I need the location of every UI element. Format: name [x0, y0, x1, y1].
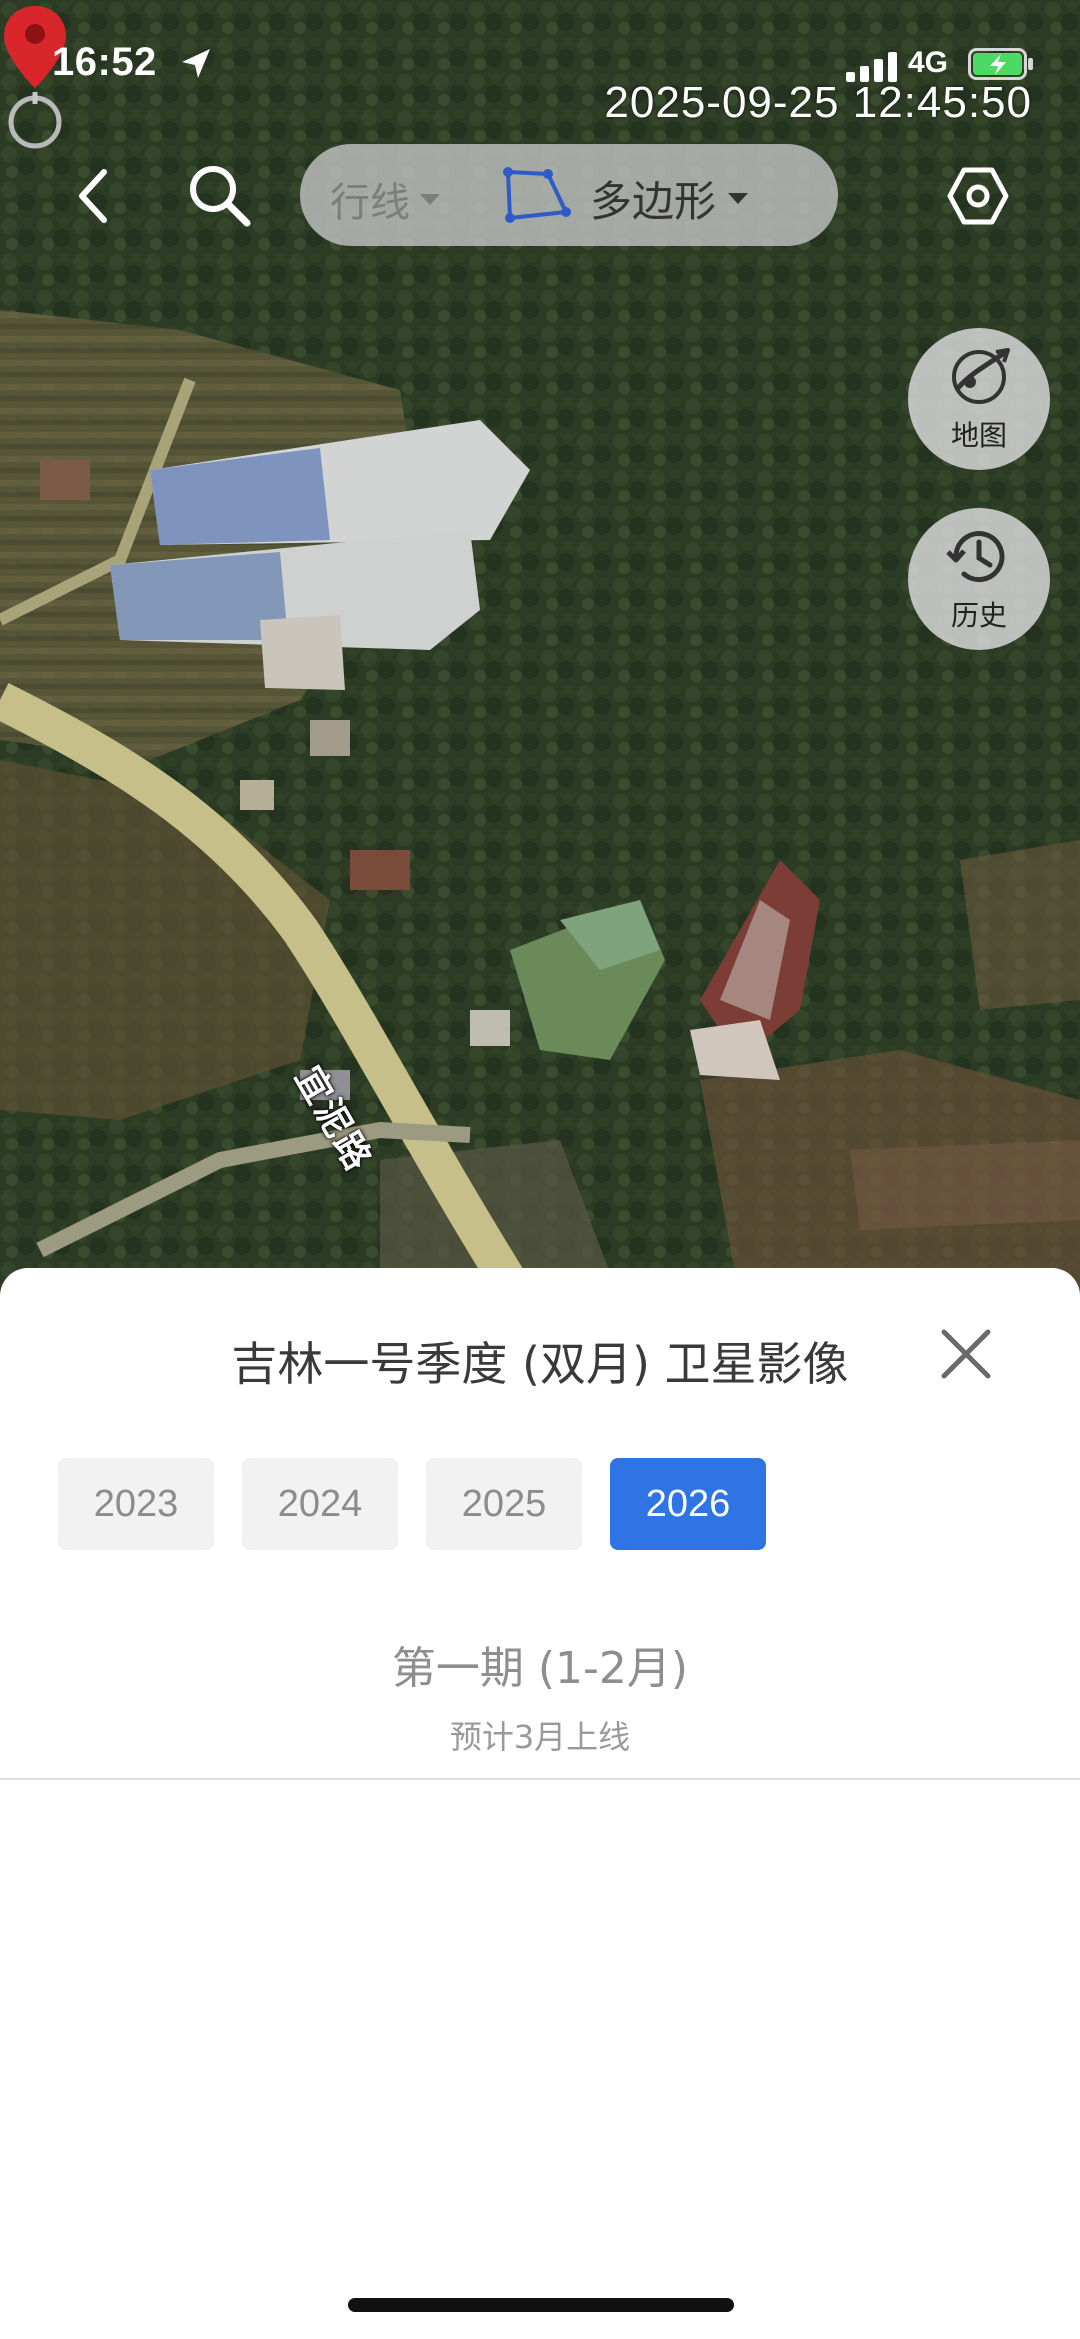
caret-down-icon — [728, 193, 749, 204]
draw-mode-line-label: 行线 — [330, 180, 410, 226]
draw-mode-polygon-label: 多边形 — [590, 177, 717, 226]
close-icon[interactable] — [936, 1324, 996, 1384]
home-indicator[interactable] — [348, 2298, 734, 2312]
draw-mode-line[interactable]: 行线 — [330, 170, 440, 228]
polygon-icon — [503, 167, 571, 223]
search-icon — [190, 166, 251, 227]
status-time: 16:52 — [52, 40, 157, 84]
history-label: 历史 — [950, 599, 1007, 632]
chevron-left-icon — [79, 169, 107, 223]
period-title: 第一期 (1-2月) — [391, 1643, 689, 1694]
draw-mode-selector[interactable]: 行线 多边形 — [300, 144, 838, 246]
imagery-bottom-sheet: 吉林一号季度 (双月) 卫星影像 2023 2024 2025 2026 第一期… — [0, 1268, 1080, 2339]
map-layer-label: 地图 — [950, 419, 1007, 452]
map-layer-button[interactable]: 地图 — [908, 328, 1050, 470]
screen: 宜泥路 16:52 4G 2025-09-25 12:45:50 行线 多边形 … — [0, 0, 1080, 2339]
year-tab-2023[interactable]: 2023 — [58, 1458, 214, 1550]
history-button[interactable]: 历史 — [908, 508, 1050, 650]
settings-button[interactable] — [940, 160, 1016, 232]
year-tab-2026[interactable]: 2026 — [610, 1458, 766, 1550]
divider — [0, 1778, 1080, 1780]
status-bar: 16:52 4G 2025-09-25 12:45:50 — [0, 0, 1080, 130]
year-tab-2024[interactable]: 2024 — [242, 1458, 398, 1550]
battery-charging-icon — [968, 48, 1033, 80]
history-clock-icon — [946, 531, 1005, 583]
draw-mode-polygon[interactable]: 多边形 — [590, 168, 749, 229]
map-layers-icon — [952, 348, 1010, 404]
hexagon-settings-icon — [947, 167, 1009, 225]
capture-timestamp: 2025-09-25 12:45:50 — [604, 78, 1032, 127]
year-tab-2025[interactable]: 2025 — [426, 1458, 582, 1550]
year-tabs: 2023 2024 2025 2026 — [58, 1458, 766, 1550]
period-subtitle: 预计3月上线 — [449, 1718, 631, 1756]
search-button[interactable] — [180, 160, 260, 232]
location-arrow-icon — [182, 49, 210, 78]
network-type: 4G — [908, 46, 949, 79]
caret-down-icon — [420, 193, 440, 205]
sheet-title: 吉林一号季度 (双月) 卫星影像 — [231, 1337, 849, 1391]
back-button[interactable] — [62, 160, 122, 232]
